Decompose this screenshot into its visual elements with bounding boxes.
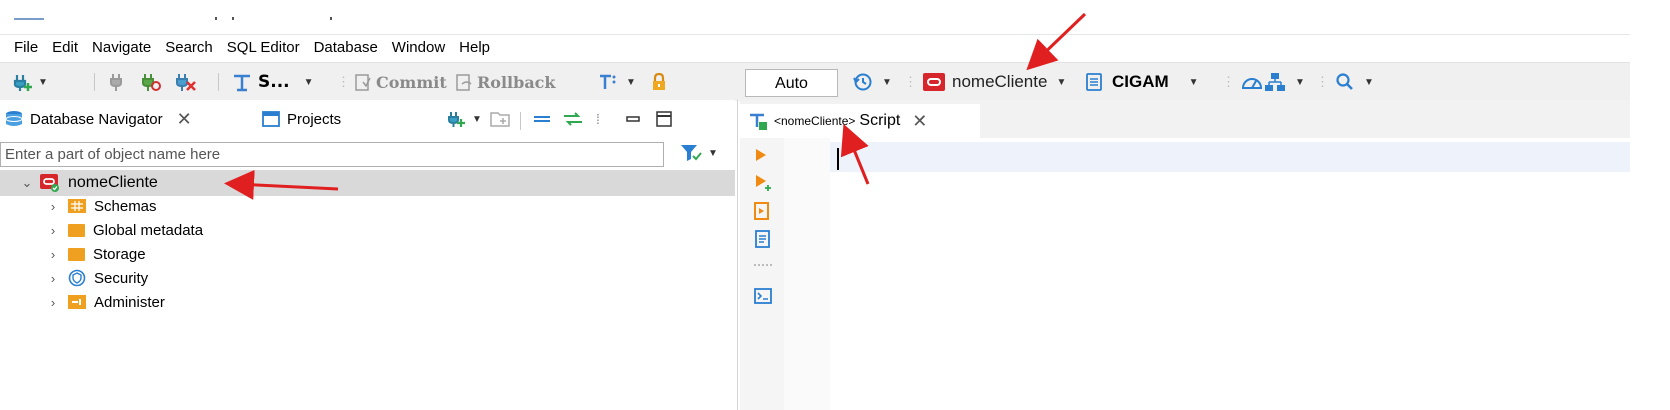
- annotation-arrows: [224, 12, 1087, 200]
- annotation-arrow-toolbar: [1026, 12, 1087, 71]
- annotation-arrow-tree: [224, 169, 339, 200]
- annotation-arrow-editor-tab: [840, 123, 870, 185]
